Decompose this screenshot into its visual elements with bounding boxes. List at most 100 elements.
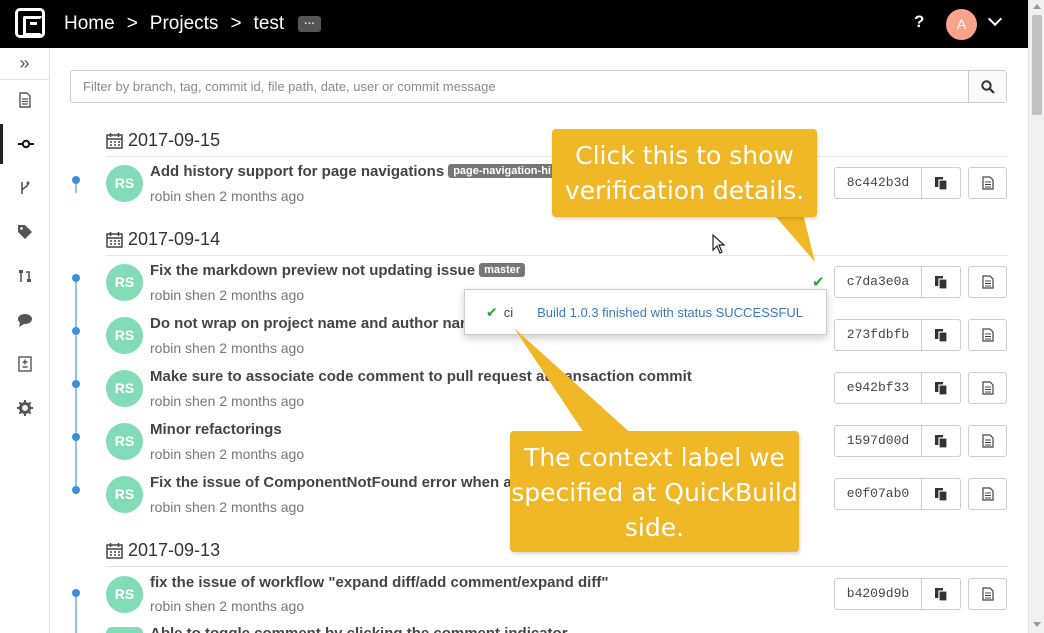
browse-code-button[interactable]	[968, 425, 1007, 457]
browse-code-button[interactable]	[968, 167, 1007, 199]
author-avatar[interactable]: RS	[106, 165, 143, 202]
pull-requests-icon[interactable]	[0, 256, 49, 296]
commits-icon[interactable]	[0, 124, 49, 164]
commit-hash-button[interactable]: e942bf33	[834, 372, 922, 404]
browse-code-button[interactable]	[968, 478, 1007, 510]
copy-hash-button[interactable]	[921, 372, 961, 404]
divider	[106, 255, 1008, 256]
commit-title[interactable]: Do not wrap on project name and author n…	[150, 315, 482, 332]
filter-input[interactable]	[71, 71, 969, 102]
chevron-down-icon[interactable]	[987, 11, 1003, 27]
author-avatar[interactable]: RS	[106, 370, 143, 407]
help-button[interactable]: ?	[914, 12, 924, 32]
copy-hash-button[interactable]	[921, 319, 961, 351]
settings-icon[interactable]	[0, 388, 49, 428]
commit-message[interactable]: Minor refactorings	[150, 421, 282, 438]
author-avatar[interactable]: RS	[106, 476, 143, 513]
tags-icon[interactable]	[0, 212, 49, 252]
commit-message[interactable]: Fix the issue of ComponentNotFound error…	[150, 474, 512, 491]
author-avatar[interactable]: RS	[106, 317, 143, 354]
timeline-dot	[72, 327, 80, 335]
browse-code-button[interactable]	[968, 372, 1007, 404]
scroll-down-arrow-icon[interactable]	[1033, 622, 1041, 627]
calendar-icon	[106, 231, 123, 248]
compare-icon[interactable]	[0, 344, 49, 384]
comments-icon[interactable]	[0, 300, 49, 340]
project-menu-button[interactable]: ···	[298, 16, 322, 32]
commit-hash-button[interactable]: c7da3e0a	[834, 266, 922, 298]
commit-title[interactable]: Fix the markdown preview not updating is…	[150, 262, 526, 279]
date-header: 2017-09-15	[106, 127, 220, 153]
commit-meta: robin shen 2 months ago	[150, 499, 305, 515]
commit-message[interactable]: Make sure to associate code comment to p…	[150, 368, 692, 385]
commit-message[interactable]: Able to toggle comment by clicking the c…	[150, 625, 568, 633]
commit-hash-button[interactable]: e0f07ab0	[834, 478, 922, 510]
file-icon	[981, 275, 994, 289]
commit-title[interactable]: Fix the issue of ComponentNotFound error…	[150, 474, 512, 491]
file-icon	[981, 487, 994, 501]
commit-message[interactable]: fix the issue of workflow "expand diff/a…	[150, 574, 608, 591]
commit-hash-button[interactable]: 273fdbfb	[834, 319, 922, 351]
commit-hash-button[interactable]: b4209d9b	[834, 578, 922, 610]
files-icon[interactable]	[0, 80, 49, 120]
date-label: 2017-09-13	[128, 539, 221, 560]
commit-meta: robin shen 2 months ago	[150, 188, 305, 204]
browse-code-button[interactable]	[968, 578, 1007, 610]
timeline-dot	[72, 274, 80, 282]
commit-message[interactable]: Fix the markdown preview not updating is…	[150, 262, 475, 279]
commit-meta: robin shen 2 months ago	[150, 393, 305, 409]
breadcrumb-home[interactable]: Home	[64, 13, 115, 35]
file-icon	[981, 434, 994, 448]
browse-code-button[interactable]	[968, 266, 1007, 298]
page-scrollbar[interactable]	[1028, 0, 1044, 633]
commit-message[interactable]: Add history support for page navigations	[150, 163, 444, 180]
browse-code-button[interactable]	[968, 319, 1007, 351]
date-label: 2017-09-14	[128, 228, 221, 249]
commit-title[interactable]: Add history support for page navigations…	[150, 163, 556, 180]
divider	[106, 566, 1008, 567]
breadcrumb-project-test[interactable]: test	[254, 13, 285, 35]
sidebar: »	[0, 48, 50, 633]
breadcrumb-projects[interactable]: Projects	[150, 13, 219, 35]
copy-icon	[935, 177, 948, 190]
author-avatar[interactable]: RS	[106, 264, 143, 301]
commit-title[interactable]: fix the issue of workflow "expand diff/a…	[150, 574, 608, 591]
success-check-icon: ✔	[486, 303, 498, 320]
commit-title[interactable]: Make sure to associate code comment to p…	[150, 368, 692, 385]
copy-hash-button[interactable]	[921, 578, 961, 610]
copy-hash-button[interactable]	[921, 425, 961, 457]
gitplex-logo-icon[interactable]	[15, 8, 45, 38]
copy-hash-button[interactable]	[921, 167, 961, 199]
copy-hash-button[interactable]	[921, 266, 961, 298]
mouse-cursor-icon	[712, 234, 726, 254]
commit-hash-button[interactable]: 1597d00d	[834, 425, 922, 457]
branch-tag[interactable]: page-navigation-hi	[448, 164, 556, 178]
author-avatar[interactable]: RS	[106, 423, 143, 460]
copy-icon	[935, 276, 948, 289]
date-header: 2017-09-13	[106, 537, 220, 563]
commit-filter	[70, 70, 1007, 103]
author-avatar[interactable]	[106, 627, 143, 633]
commit-meta: robin shen 2 months ago	[150, 598, 305, 614]
copy-hash-button[interactable]	[921, 478, 961, 510]
commit-message[interactable]: Do not wrap on project name and author n…	[150, 315, 482, 332]
commit-title[interactable]: Able to toggle comment by clicking the c…	[150, 625, 568, 633]
copy-icon	[935, 488, 948, 501]
copy-icon	[935, 588, 948, 601]
branch-tag[interactable]: master	[479, 263, 526, 277]
author-avatar[interactable]: RS	[106, 576, 143, 613]
search-icon	[980, 79, 995, 94]
commit-hash-button[interactable]: 8c442b3d	[834, 167, 922, 199]
scroll-thumb[interactable]	[1032, 15, 1042, 115]
commit-meta: robin shen 2 months ago	[150, 340, 305, 356]
user-avatar[interactable]: A	[946, 9, 977, 40]
annotation-callout-top: Click this to show verification details.	[552, 129, 817, 217]
build-status-link[interactable]: Build 1.0.3 finished with status SUCCESS…	[537, 305, 803, 320]
expand-sidebar-icon[interactable]: »	[0, 48, 49, 80]
copy-icon	[935, 382, 948, 395]
commit-title[interactable]: Minor refactorings	[150, 421, 282, 438]
branches-icon[interactable]	[0, 168, 49, 208]
scroll-up-arrow-icon[interactable]	[1033, 4, 1041, 9]
search-button[interactable]	[968, 71, 1006, 102]
calendar-icon	[106, 132, 123, 149]
